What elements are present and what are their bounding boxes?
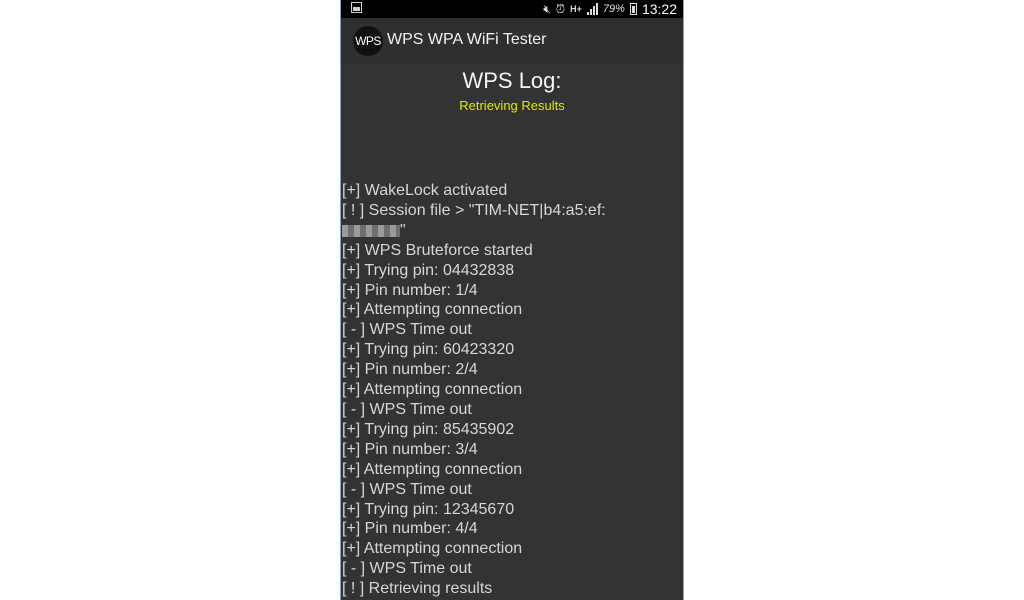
log-panel: WPS Log: Retrieving Results [+] WakeLock… bbox=[341, 64, 683, 600]
log-line: [+] Attempting connection bbox=[342, 540, 523, 558]
log-line: [+] Attempting connection bbox=[342, 381, 523, 399]
h-plus-icon: H+ bbox=[570, 4, 582, 14]
status-bar: 🔇︎ ⏰︎ H+ 79% 13:22 bbox=[341, 0, 683, 18]
log-line: [+] Trying pin: 60423320 bbox=[342, 341, 515, 359]
log-line: [ - ] WPS Time out bbox=[342, 560, 472, 578]
log-line: [+] Pin number: 1/4 bbox=[342, 281, 478, 299]
app-logo-icon[interactable]: WPS bbox=[353, 26, 383, 56]
log-line: [+] Pin number: 2/4 bbox=[342, 361, 478, 379]
clock: 13:22 bbox=[641, 1, 677, 17]
log-lines[interactable]: [+] WakeLock activated [ ! ] Session fil… bbox=[342, 181, 680, 599]
log-line: [+] Trying pin: 04432838 bbox=[342, 261, 515, 279]
mute-icon: 🔇︎ bbox=[543, 2, 551, 16]
log-line: [ - ] WPS Time out bbox=[342, 480, 472, 498]
alarm-icon: ⏰︎ bbox=[555, 2, 566, 16]
log-line: [+] Pin number: 3/4 bbox=[342, 440, 478, 458]
log-line: [+] WakeLock activated bbox=[342, 182, 508, 199]
log-line-session-cont: " bbox=[342, 221, 680, 241]
redacted-mac bbox=[342, 224, 400, 237]
log-line-session: [ ! ] Session file > "TIM-NET|b4:a5:ef: bbox=[342, 201, 606, 219]
log-line: [ - ] WPS Time out bbox=[342, 321, 472, 339]
log-line: [+] Attempting connection bbox=[342, 460, 523, 478]
log-line: [+] Attempting connection bbox=[342, 301, 523, 319]
app-title: WPS WPA WiFi Tester bbox=[387, 31, 547, 48]
session-suffix: " bbox=[400, 221, 406, 239]
app-bar: WPS WPS WPA WiFi Tester bbox=[341, 18, 683, 65]
phone-screen: 🔇︎ ⏰︎ H+ 79% 13:22 WPS WPS WPA WiFi Test… bbox=[340, 0, 684, 600]
log-status: Retrieving Results bbox=[459, 98, 565, 113]
screenshot-icon bbox=[351, 2, 362, 13]
log-line: [+] Pin number: 4/4 bbox=[342, 520, 478, 538]
log-line: [+] Trying pin: 12345670 bbox=[342, 500, 515, 518]
log-title: WPS Log: bbox=[462, 68, 562, 93]
battery-icon bbox=[629, 3, 637, 15]
log-line: [+] WPS Bruteforce started bbox=[342, 241, 533, 259]
log-line: [ ! ] Retrieving results bbox=[342, 580, 493, 598]
signal-icon bbox=[586, 3, 598, 15]
status-icons: 🔇︎ ⏰︎ H+ 79% 13:22 bbox=[543, 1, 677, 17]
log-line: [+] Trying pin: 85435902 bbox=[342, 420, 515, 438]
battery-percent: 79% bbox=[602, 3, 625, 15]
log-line: [ - ] WPS Time out bbox=[342, 400, 472, 418]
